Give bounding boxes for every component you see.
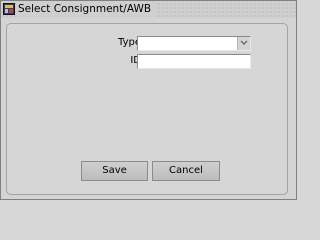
window-title: Select Consignment/AWB (18, 2, 158, 17)
id-label: ID (130, 55, 141, 66)
chevron-down-icon (240, 40, 248, 45)
title-bar[interactable]: Select Consignment/AWB (1, 1, 296, 18)
oracle-forms-icon (3, 3, 15, 15)
cancel-button[interactable]: Cancel (152, 161, 220, 181)
form-panel: Type ID Save Cancel (6, 23, 288, 195)
type-dropdown-button[interactable] (237, 37, 250, 50)
dialog-window: Select Consignment/AWB Type ID Save Canc… (0, 0, 297, 200)
save-button[interactable]: Save (81, 161, 148, 181)
type-select[interactable] (137, 36, 251, 51)
id-input[interactable] (137, 54, 251, 69)
type-label: Type (118, 37, 141, 48)
